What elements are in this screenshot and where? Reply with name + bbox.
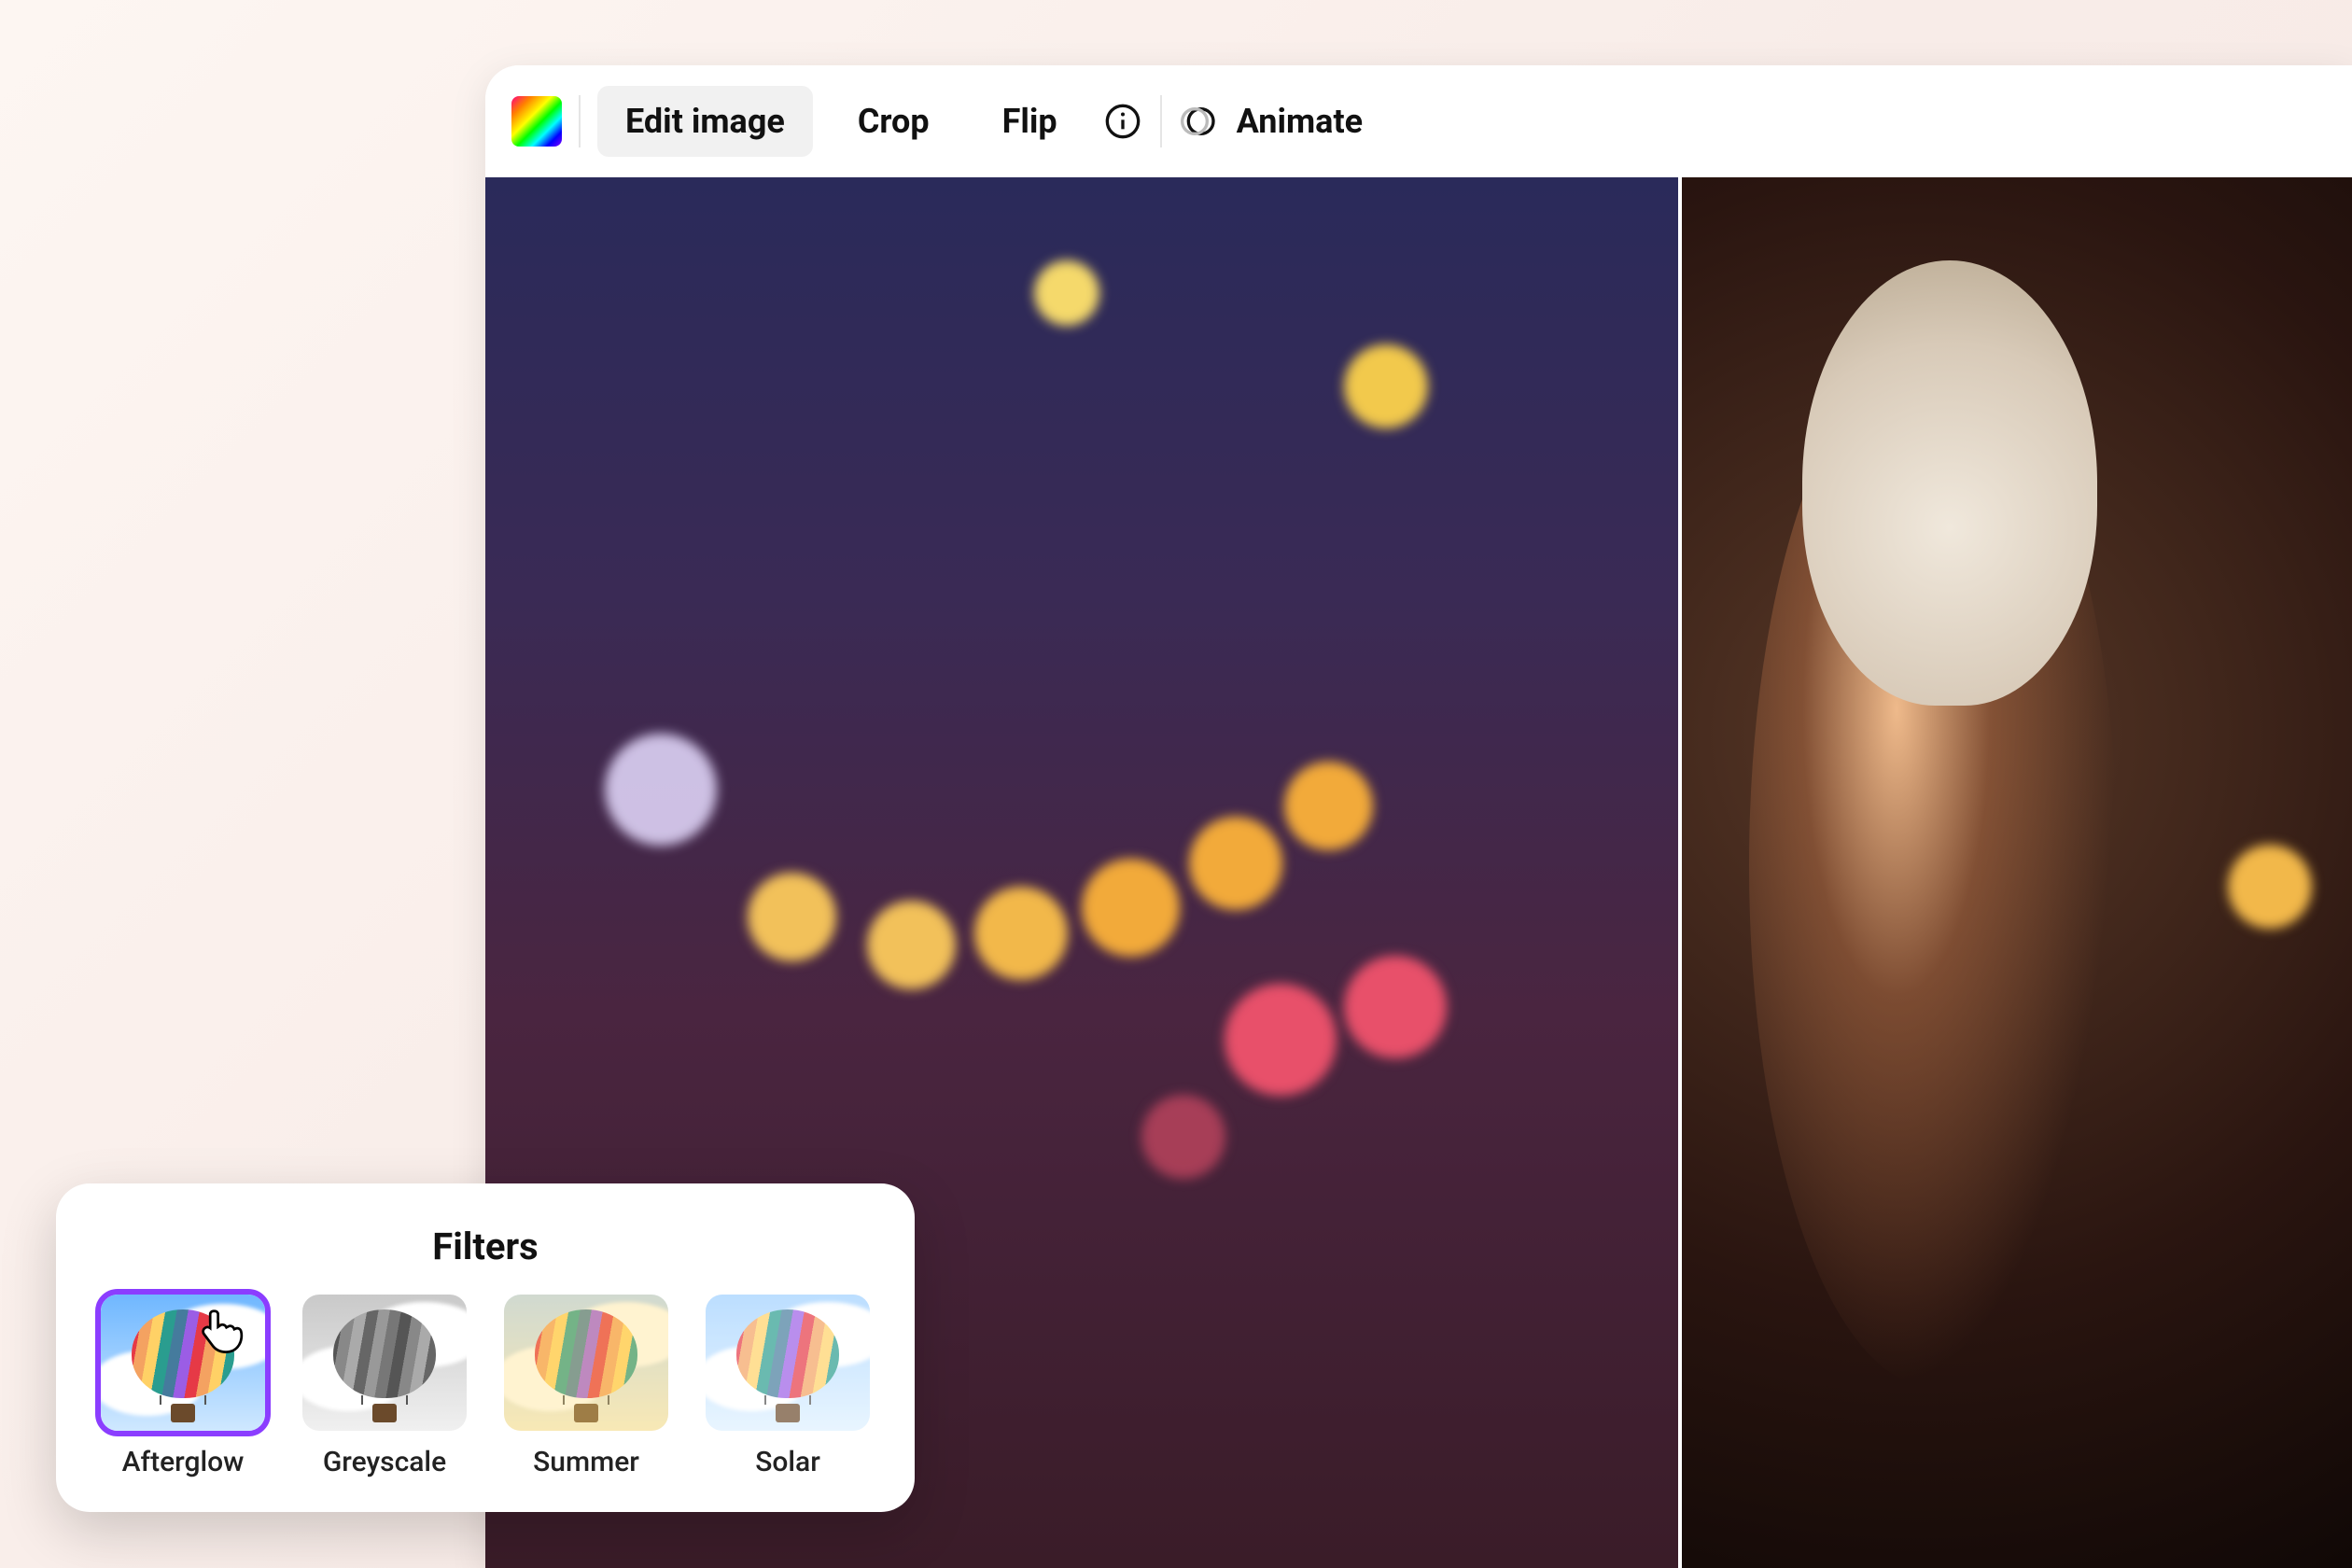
filter-option-greyscale[interactable]: Greyscale (302, 1295, 467, 1478)
filters-panel: Filters Afterglow (56, 1183, 915, 1512)
color-picker-swatch[interactable] (511, 96, 562, 147)
toolbar-divider (579, 95, 581, 147)
filter-label: Summer (533, 1446, 639, 1478)
edit-image-button[interactable]: Edit image (597, 86, 813, 157)
animate-label: Animate (1237, 102, 1363, 141)
toolbar-divider (1160, 95, 1162, 147)
canvas-image-right[interactable] (1678, 177, 2352, 1568)
animate-icon (1179, 101, 1220, 142)
crop-button[interactable]: Crop (830, 86, 958, 157)
toolbar: Edit image Crop Flip Animate (485, 65, 2352, 177)
filter-option-summer[interactable]: Summer (504, 1295, 668, 1478)
info-icon[interactable] (1102, 101, 1143, 142)
filter-label: Solar (755, 1446, 820, 1478)
filters-panel-title: Filters (97, 1225, 874, 1268)
filter-label: Afterglow (122, 1446, 245, 1478)
animate-button[interactable]: Animate (1179, 101, 1363, 142)
filter-label: Greyscale (323, 1446, 446, 1478)
flip-button[interactable]: Flip (974, 86, 1085, 157)
filter-option-afterglow[interactable]: Afterglow (101, 1295, 265, 1478)
filter-option-solar[interactable]: Solar (706, 1295, 870, 1478)
filters-row: Afterglow Greyscale (97, 1295, 874, 1478)
